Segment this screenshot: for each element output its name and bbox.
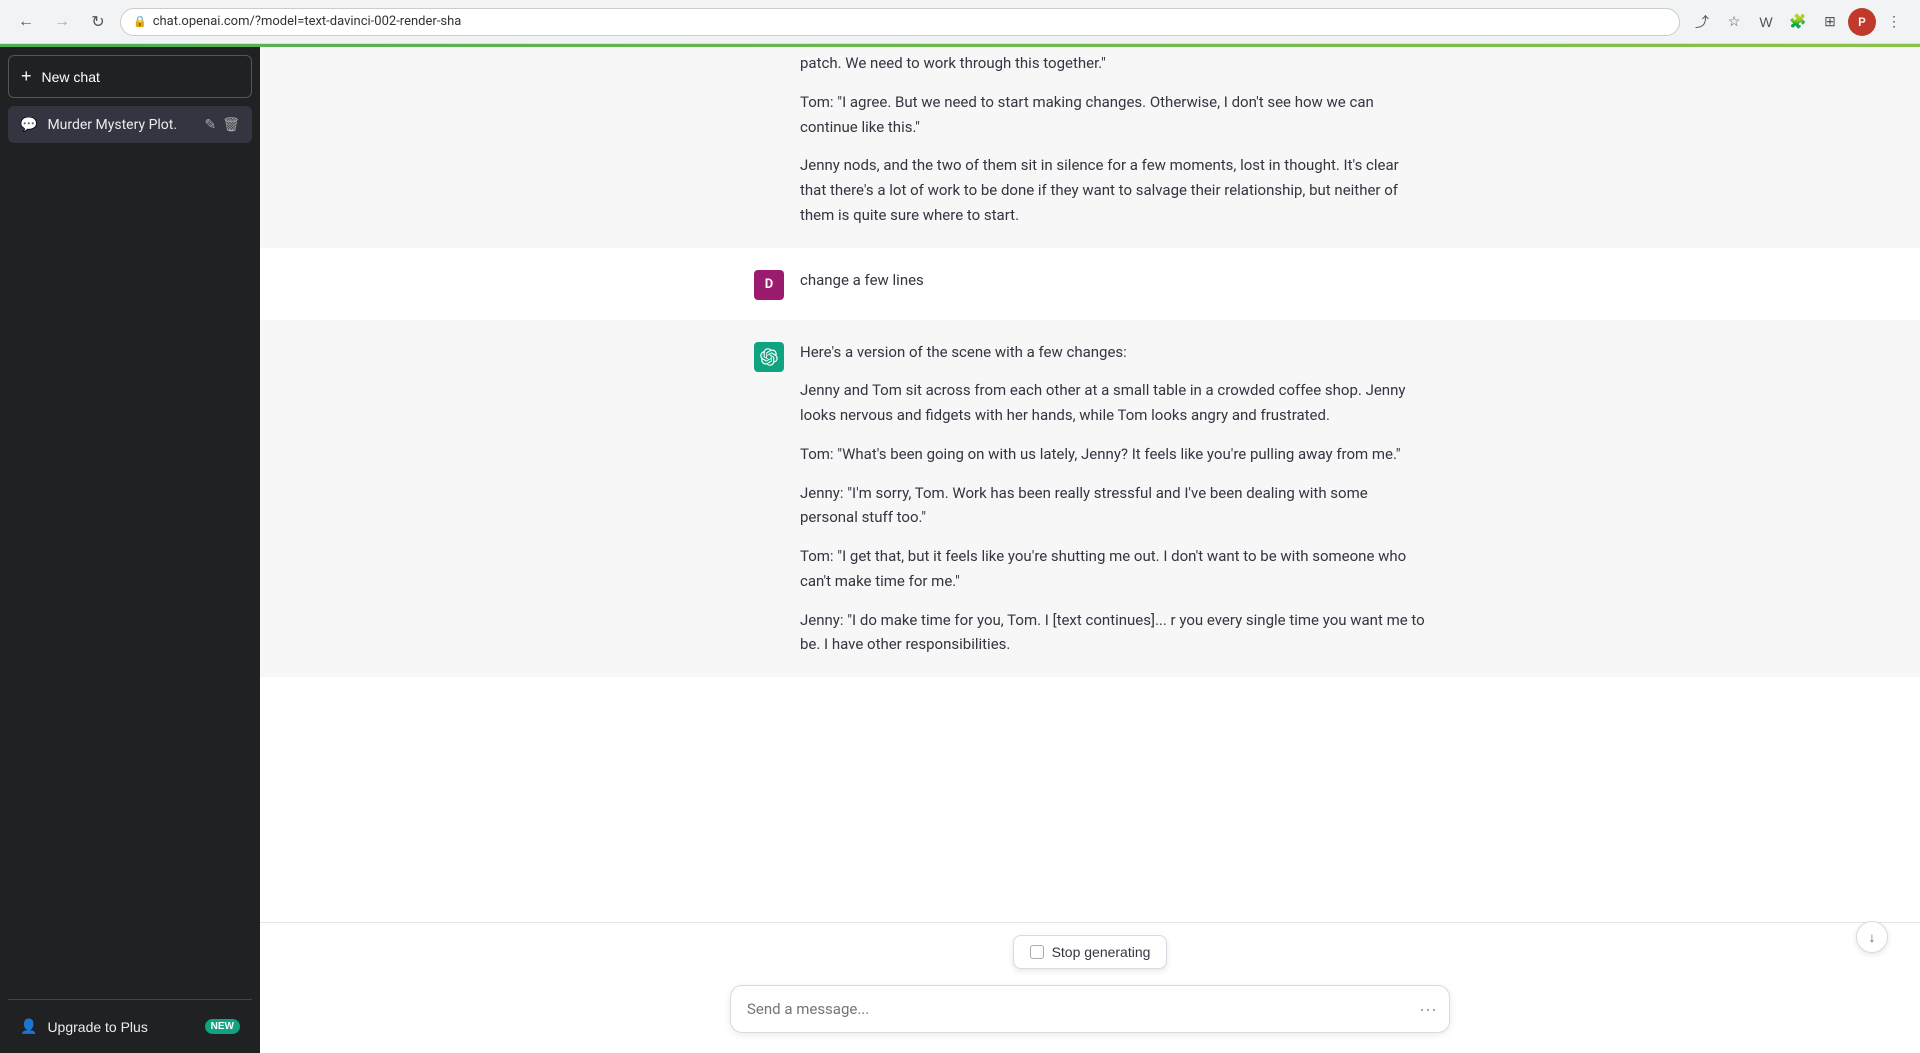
assistant-avatar	[754, 342, 784, 372]
user-message-block: D change a few lines	[260, 248, 1920, 320]
assistant-continuation-content: patch. We need to work through this toge…	[800, 51, 1426, 228]
stop-checkbox-icon	[1030, 945, 1044, 959]
stop-generating-label: Stop generating	[1052, 944, 1151, 960]
assistant-continuation-block: patch. We need to work through this toge…	[260, 47, 1920, 248]
assistant-message-inner: Here's a version of the scene with a few…	[730, 340, 1450, 658]
chat-item-label: Murder Mystery Plot.	[47, 117, 177, 133]
forward-button[interactable]: →	[48, 8, 76, 36]
chat-item-left: 💬 Murder Mystery Plot.	[20, 117, 177, 133]
continuation-p3: Jenny nods, and the two of them sit in s…	[800, 153, 1426, 227]
assistant-p2: Tom: "What's been going on with us latel…	[800, 442, 1426, 467]
input-more-button[interactable]: ···	[1419, 999, 1437, 1020]
user-message-inner: D change a few lines	[730, 268, 1450, 300]
assistant-continuation-inner: patch. We need to work through this toge…	[730, 51, 1450, 228]
new-badge: NEW	[205, 1019, 240, 1034]
assistant-intro: Here's a version of the scene with a few…	[800, 340, 1426, 365]
browser-bar: ← → ↻ 🔒 chat.openai.com/?model=text-davi…	[0, 0, 1920, 44]
sidebar-footer: 👤 Upgrade to Plus NEW	[8, 999, 252, 1045]
chat-item-actions: ✎ 🗑	[204, 116, 240, 133]
delete-chat-button[interactable]: 🗑	[222, 116, 240, 133]
profile-button[interactable]: P	[1848, 8, 1876, 36]
message-input[interactable]	[731, 986, 1449, 1032]
share-button[interactable]: ⤴	[1688, 8, 1716, 36]
chat-icon: 💬	[20, 117, 37, 133]
assistant-p3: Jenny: "I'm sorry, Tom. Work has been re…	[800, 481, 1426, 531]
user-avatar: D	[754, 270, 784, 300]
main-wrapper: patch. We need to work through this toge…	[260, 47, 1920, 1053]
user-message-content: change a few lines	[800, 268, 1426, 300]
reload-button[interactable]: ↻	[84, 8, 112, 36]
avatar-spacer	[754, 53, 784, 83]
input-area: Stop generating ···	[260, 922, 1920, 1053]
sidebar: + New chat 💬 Murder Mystery Plot. ✎ 🗑 👤 …	[0, 47, 260, 1053]
input-container: Stop generating ···	[730, 935, 1450, 1033]
scroll-down-button[interactable]: ↓	[1856, 921, 1888, 953]
assistant-p5: Jenny: "I do make time for you, Tom. I […	[800, 608, 1426, 658]
stop-generating-button[interactable]: Stop generating	[1013, 935, 1168, 969]
browser-actions: ⤴ ☆ W 🧩 ⊞ P ⋮	[1688, 8, 1908, 36]
url-text: chat.openai.com/?model=text-davinci-002-…	[153, 14, 1667, 29]
new-chat-button[interactable]: + New chat	[8, 55, 252, 98]
plus-icon: +	[21, 66, 32, 87]
edit-chat-button[interactable]: ✎	[204, 116, 216, 133]
extensions-button[interactable]: ⊞	[1816, 8, 1844, 36]
extension-puzzle-button[interactable]: 🧩	[1784, 8, 1812, 36]
assistant-message-block: Here's a version of the scene with a few…	[260, 320, 1920, 678]
continuation-p1: patch. We need to work through this toge…	[800, 51, 1426, 76]
message-input-wrapper: ···	[730, 985, 1450, 1033]
upgrade-label: Upgrade to Plus	[47, 1019, 147, 1035]
new-chat-label: New chat	[42, 69, 100, 85]
continuation-p2: Tom: "I agree. But we need to start maki…	[800, 90, 1426, 140]
assistant-message-content: Here's a version of the scene with a few…	[800, 340, 1426, 658]
user-message-text: change a few lines	[800, 268, 1426, 293]
openai-logo-svg	[760, 348, 778, 366]
lock-icon: 🔒	[133, 15, 147, 28]
bookmark-button[interactable]: ☆	[1720, 8, 1748, 36]
assistant-p4: Tom: "I get that, but it feels like you'…	[800, 544, 1426, 594]
upgrade-button[interactable]: 👤 Upgrade to Plus NEW	[8, 1008, 252, 1045]
back-button[interactable]: ←	[12, 8, 40, 36]
app: + New chat 💬 Murder Mystery Plot. ✎ 🗑 👤 …	[0, 47, 1920, 1053]
sidebar-item-murder-mystery[interactable]: 💬 Murder Mystery Plot. ✎ 🗑	[8, 106, 252, 143]
chat-messages[interactable]: patch. We need to work through this toge…	[260, 47, 1920, 922]
stop-generating-bar: Stop generating	[730, 935, 1450, 969]
main: patch. We need to work through this toge…	[260, 47, 1920, 1053]
address-bar[interactable]: 🔒 chat.openai.com/?model=text-davinci-00…	[120, 8, 1680, 36]
extension-w-button[interactable]: W	[1752, 8, 1780, 36]
assistant-p1: Jenny and Tom sit across from each other…	[800, 378, 1426, 428]
menu-button[interactable]: ⋮	[1880, 8, 1908, 36]
user-icon: 👤	[20, 1018, 37, 1035]
